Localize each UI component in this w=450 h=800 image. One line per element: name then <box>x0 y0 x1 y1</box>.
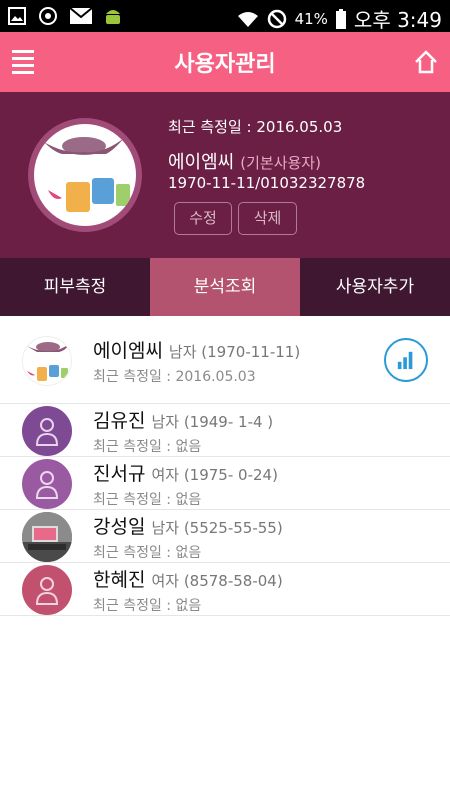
battery-percent: 41% <box>294 9 328 28</box>
android-icon <box>106 10 120 24</box>
avatar <box>22 512 72 562</box>
tab-add-user[interactable]: 사용자추가 <box>300 258 450 316</box>
user-last-date: 최근 측정일 : 없음 <box>93 545 202 561</box>
user-name: 한혜진 <box>93 569 146 591</box>
gallery-icon <box>8 7 26 25</box>
avatar <box>22 406 72 456</box>
lamp-logo-icon <box>25 342 71 381</box>
photo-avatar-icon <box>22 512 72 562</box>
user-meta: 남자 (1970-11-11) <box>168 343 301 361</box>
list-item[interactable]: 한혜진 여자 (8578-58-04) 최근 측정일 : 없음 <box>0 563 450 616</box>
profile-last-date: 최근 측정일 : 2016.05.03 <box>168 118 343 136</box>
profile-panel: 최근 측정일 : 2016.05.03 에이엠씨 (기본사용자) 1970-11-… <box>0 92 450 258</box>
tab-bar: 피부측정 분석조회 사용자추가 <box>0 258 450 316</box>
wifi-icon <box>237 11 258 27</box>
page-title: 사용자관리 <box>174 52 276 77</box>
profile-name-line: 에이엠씨 (기본사용자) <box>168 148 321 174</box>
user-last-date: 최근 측정일 : 2016.05.03 <box>93 369 256 385</box>
sync-icon <box>39 7 57 25</box>
list-item[interactable]: 진서규 여자 (1975- 0-24) 최근 측정일 : 없음 <box>0 457 450 510</box>
home-icon[interactable] <box>412 48 440 76</box>
user-last-date: 최근 측정일 : 없음 <box>93 492 202 508</box>
clock: 오후 3:49 <box>353 8 442 32</box>
profile-avatar <box>28 118 142 232</box>
user-name-line: 강성일 남자 (5525-55-55) <box>93 512 283 539</box>
person-icon <box>35 471 59 499</box>
user-meta: 여자 (1975- 0-24) <box>151 466 278 484</box>
edit-button[interactable]: 수정 <box>174 202 232 235</box>
avatar <box>22 336 72 386</box>
user-name-line: 진서규 여자 (1975- 0-24) <box>93 459 278 486</box>
list-item[interactable]: 에이엠씨 남자 (1970-11-11) 최근 측정일 : 2016.05.03 <box>0 316 450 404</box>
user-name: 강성일 <box>93 516 146 538</box>
user-meta: 남자 (5525-55-55) <box>151 519 283 537</box>
user-name: 김유진 <box>93 410 146 432</box>
delete-button[interactable]: 삭제 <box>238 202 297 235</box>
user-name: 에이엠씨 <box>93 340 163 362</box>
list-item[interactable]: 강성일 남자 (5525-55-55) 최근 측정일 : 없음 <box>0 510 450 563</box>
user-name-line: 김유진 남자 (1949- 1-4 ) <box>93 406 273 433</box>
avatar <box>22 565 72 615</box>
user-meta: 남자 (1949- 1-4 ) <box>151 413 274 431</box>
status-bar: 41% 오후 3:49 <box>0 0 450 32</box>
tab-skin-measure[interactable]: 피부측정 <box>0 258 150 316</box>
user-name: 진서규 <box>93 463 146 485</box>
tab-analysis[interactable]: 분석조회 <box>150 258 300 316</box>
list-item[interactable]: 김유진 남자 (1949- 1-4 ) 최근 측정일 : 없음 <box>0 404 450 457</box>
app-bar: 사용자관리 <box>0 32 450 92</box>
user-name-line: 에이엠씨 남자 (1970-11-11) <box>93 336 300 363</box>
mail-icon <box>70 8 92 24</box>
profile-id: 1970-11-11/01032327878 <box>168 174 366 192</box>
user-list: 에이엠씨 남자 (1970-11-11) 최근 측정일 : 2016.05.03 … <box>0 316 450 616</box>
user-name-line: 한혜진 여자 (8578-58-04) <box>93 565 283 592</box>
person-icon <box>35 418 59 446</box>
chart-icon[interactable] <box>384 338 428 382</box>
battery-icon <box>335 8 346 29</box>
lamp-logo-icon <box>44 137 130 212</box>
profile-name-sub: (기본사용자) <box>240 154 321 172</box>
profile-name: 에이엠씨 <box>168 152 235 173</box>
user-meta: 여자 (8578-58-04) <box>151 572 283 590</box>
user-last-date: 최근 측정일 : 없음 <box>93 439 202 455</box>
block-icon <box>267 9 286 28</box>
person-icon <box>35 577 59 605</box>
user-last-date: 최근 측정일 : 없음 <box>93 598 202 614</box>
avatar <box>22 459 72 509</box>
